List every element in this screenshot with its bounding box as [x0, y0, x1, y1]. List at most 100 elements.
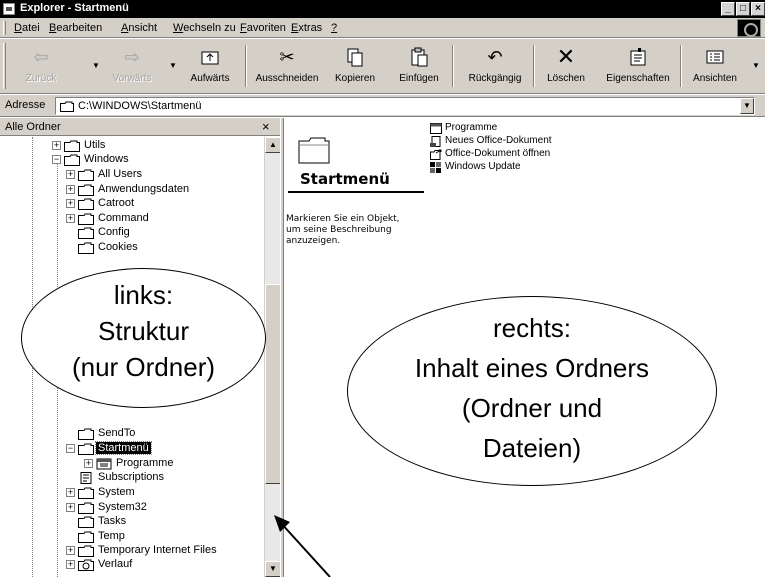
- delete-x-icon: ✕: [556, 44, 576, 69]
- annotation-right-bubble: rechts: Inhalt eines Ordners (Ordner und…: [347, 296, 717, 486]
- office-document-icon: [430, 136, 442, 147]
- large-folder-icon: [298, 136, 330, 164]
- back-arrow-icon: ⇦: [33, 47, 49, 67]
- minimize-button[interactable]: _: [721, 2, 735, 16]
- forward-arrow-icon: ⇨: [124, 47, 140, 67]
- menu-bar: Datei Bearbeiten Ansicht Wechseln zu Fav…: [0, 18, 765, 38]
- address-dropdown-icon[interactable]: ▼: [740, 98, 754, 114]
- expand-icon[interactable]: +: [66, 503, 75, 512]
- back-button[interactable]: ⇦ Zurück: [14, 43, 68, 89]
- menu-favoriten[interactable]: Favoriten: [240, 22, 286, 34]
- window-title: Explorer - Startmenü: [20, 2, 129, 14]
- menu-ansicht[interactable]: Ansicht: [121, 22, 157, 34]
- copy-button[interactable]: Kopieren: [326, 43, 384, 89]
- expand-icon[interactable]: +: [66, 488, 75, 497]
- annotation-left-line: Struktur: [97, 316, 190, 346]
- explorer-app-icon[interactable]: [3, 3, 15, 15]
- expand-icon[interactable]: +: [66, 170, 75, 179]
- views-dropdown-icon[interactable]: ▼: [752, 61, 760, 70]
- address-bar: Adresse C:\WINDOWS\Startmenü ▼: [0, 95, 765, 117]
- properties-icon: [626, 45, 650, 69]
- program-group-icon: [96, 458, 112, 470]
- annotation-left-line: (nur Ordner): [71, 352, 216, 382]
- cut-button[interactable]: ✂ Ausschneiden: [250, 43, 324, 89]
- close-pane-icon[interactable]: ×: [262, 119, 270, 134]
- paste-icon: [407, 45, 431, 69]
- expand-icon[interactable]: +: [66, 199, 75, 208]
- views-button[interactable]: Ansichten: [686, 43, 744, 89]
- standard-toolbar: ⇦ Zurück ▼ ⇨ Vorwärts ▼ Aufwärts ✂ Aussc…: [0, 39, 765, 94]
- expand-icon[interactable]: +: [84, 459, 93, 468]
- open-folder-icon: [78, 443, 94, 455]
- toolbar-separator: [245, 45, 247, 87]
- expand-icon[interactable]: +: [66, 185, 75, 194]
- open-document-icon: [430, 149, 442, 160]
- collapse-icon[interactable]: −: [66, 444, 75, 453]
- menu-help[interactable]: ?: [331, 22, 337, 34]
- collapse-icon[interactable]: −: [52, 155, 61, 164]
- undo-icon: ↶: [487, 47, 503, 67]
- folder-icon: [78, 213, 94, 225]
- scroll-thumb[interactable]: [265, 284, 281, 484]
- scroll-up-icon[interactable]: ▲: [265, 137, 281, 153]
- properties-button[interactable]: Eigenschaften: [601, 43, 675, 89]
- folder-icon: [78, 227, 94, 239]
- folder-icon: [78, 184, 94, 196]
- up-folder-icon: [198, 45, 222, 69]
- close-button[interactable]: ×: [751, 2, 765, 16]
- back-dropdown-icon[interactable]: ▼: [92, 61, 100, 70]
- up-button[interactable]: Aufwärts: [181, 43, 239, 89]
- history-folder-icon: [78, 559, 94, 571]
- forward-dropdown-icon[interactable]: ▼: [169, 61, 177, 70]
- annotation-right-line: Dateien): [482, 433, 582, 463]
- folder-icon: [78, 516, 94, 528]
- annotation-left-line: links:: [113, 280, 174, 310]
- toolbar-grip[interactable]: [3, 43, 6, 89]
- undo-button[interactable]: ↶ Rückgängig: [460, 43, 530, 89]
- expand-icon[interactable]: +: [66, 560, 75, 569]
- folder-icon: [78, 531, 94, 543]
- menu-extras[interactable]: Extras: [291, 22, 322, 34]
- folder-icon: [78, 198, 94, 210]
- annotation-right-line: Inhalt eines Ordners: [414, 353, 650, 383]
- forward-button[interactable]: ⇨ Vorwärts: [102, 43, 162, 89]
- folder-icon: [78, 545, 94, 557]
- folder-icon: [78, 428, 94, 440]
- address-label: Adresse: [5, 99, 46, 111]
- folder-icon: [60, 101, 74, 112]
- expand-icon[interactable]: +: [66, 214, 75, 223]
- folders-pane-title: Alle Ordner: [5, 121, 61, 133]
- folder-icon: [78, 487, 94, 499]
- folders-pane-header: Alle Ordner ×: [0, 118, 280, 136]
- annotation-arrow: [274, 515, 331, 577]
- toolbar-separator: [452, 45, 454, 87]
- delete-button[interactable]: ✕ Löschen: [538, 43, 594, 89]
- address-input[interactable]: C:\WINDOWS\Startmenü ▼: [55, 97, 755, 115]
- ie-logo-icon: [737, 19, 761, 37]
- windows-update-icon: [430, 162, 442, 173]
- toolbar-separator: [533, 45, 535, 87]
- toolbar-separator: [680, 45, 682, 87]
- expand-icon[interactable]: +: [66, 546, 75, 555]
- title-divider: [288, 191, 424, 193]
- address-value: C:\WINDOWS\Startmenü: [78, 100, 202, 112]
- menu-wechseln-zu[interactable]: Wechseln zu: [173, 22, 236, 34]
- annotation-right-line: rechts:: [492, 313, 572, 343]
- menu-bearbeiten[interactable]: Bearbeiten: [49, 22, 102, 34]
- paste-button[interactable]: Einfügen: [390, 43, 448, 89]
- title-bar: Explorer - Startmenü _ □ ×: [0, 0, 765, 18]
- subscriptions-icon: [78, 472, 94, 484]
- annotation-right-line: (Ordner und: [461, 393, 603, 423]
- program-group-icon: [430, 123, 442, 134]
- menu-grip[interactable]: [3, 21, 6, 35]
- folder-icon: [78, 242, 94, 254]
- expand-icon[interactable]: +: [52, 141, 61, 150]
- folder-icon: [78, 169, 94, 181]
- open-folder-icon: [64, 154, 80, 166]
- menu-datei[interactable]: Datei: [14, 22, 40, 34]
- scissors-icon: ✂: [279, 47, 295, 67]
- maximize-button[interactable]: □: [736, 2, 750, 16]
- views-grid-icon: [703, 45, 727, 69]
- folder-title: Startmenü: [300, 170, 390, 188]
- copy-icon: [343, 45, 367, 69]
